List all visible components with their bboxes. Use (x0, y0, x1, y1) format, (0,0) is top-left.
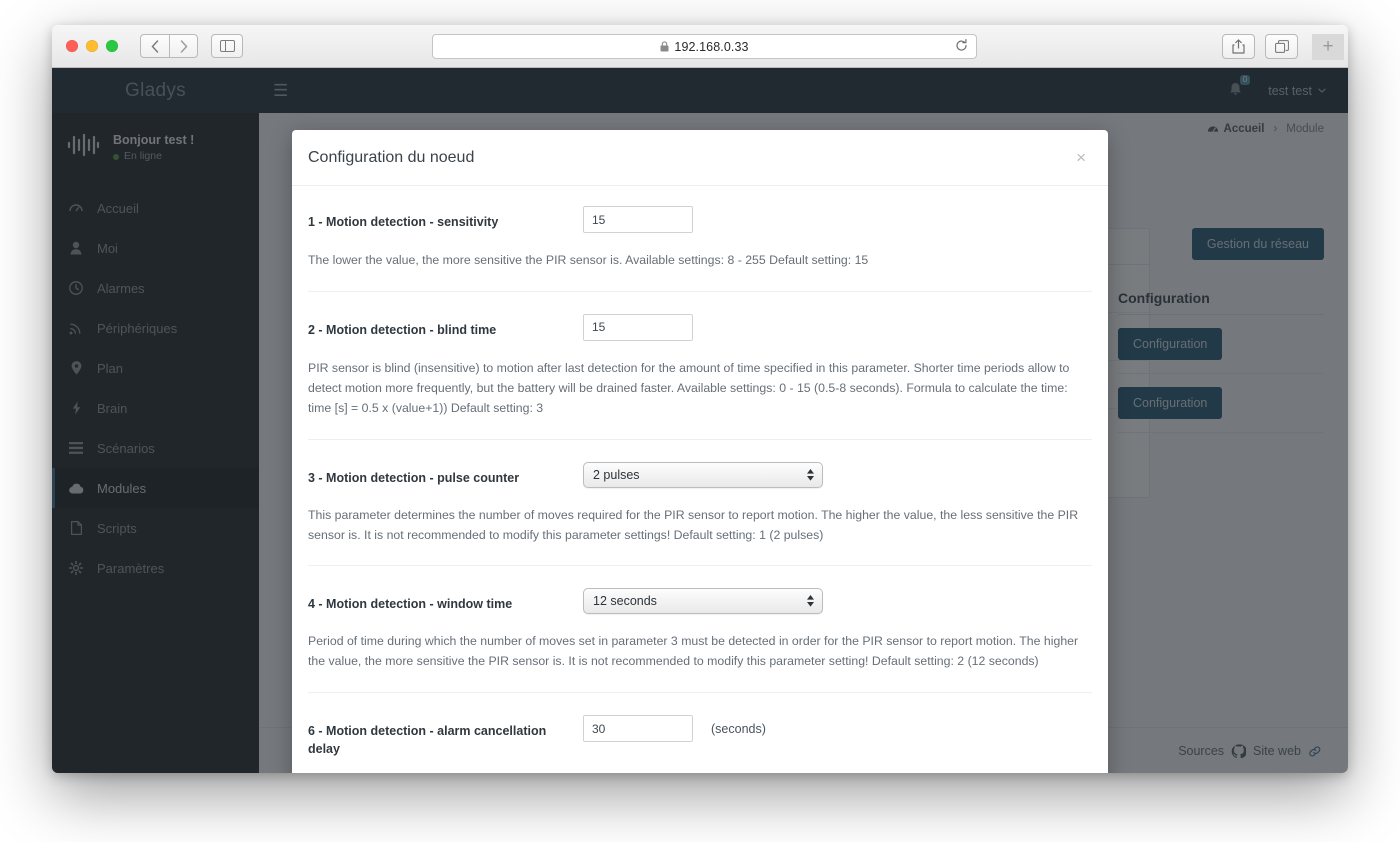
address-bar[interactable]: 192.168.0.33 (432, 34, 977, 59)
page-viewport: Gladys (52, 68, 1348, 773)
param-label: 2 - Motion detection - blind time (308, 322, 497, 337)
maximize-window-button[interactable] (106, 40, 118, 52)
param-row: 1 - Motion detection - sensitivity The l… (308, 186, 1092, 292)
close-window-button[interactable] (66, 40, 78, 52)
param-description: Period of time during which the number o… (308, 634, 1079, 669)
minimize-window-button[interactable] (86, 40, 98, 52)
param-label: 6 - Motion detection - alarm cancellatio… (308, 724, 547, 757)
param-value-select[interactable]: 12 seconds (583, 588, 823, 615)
navigation-buttons (140, 34, 198, 58)
param-label: 4 - Motion detection - window time (308, 597, 513, 612)
browser-window: 192.168.0.33 + Configuration du noeud × … (52, 25, 1348, 773)
modal-header: Configuration du noeud × (292, 130, 1108, 186)
chevron-left-icon (151, 39, 159, 53)
show-tabs-button[interactable] (1265, 34, 1298, 59)
stepper-arrows-icon (807, 595, 814, 608)
modal-title: Configuration du noeud (308, 148, 475, 166)
show-tabs-icon (1274, 40, 1289, 53)
param-value-select[interactable]: 2 pulses (583, 461, 823, 488)
back-button[interactable] (140, 34, 169, 58)
param-row: 2 - Motion detection - blind time PIR se… (308, 292, 1092, 440)
url-text: 192.168.0.33 (674, 39, 749, 54)
browser-toolbar: 192.168.0.33 + (52, 25, 1348, 68)
chevron-right-icon (180, 39, 188, 53)
stepper-arrows-icon (807, 468, 814, 481)
param-unit-label: (seconds) (711, 721, 766, 736)
param-value-input[interactable] (583, 715, 693, 743)
sidebar-toggle-button[interactable] (211, 34, 243, 58)
select-value: 12 seconds (593, 594, 657, 609)
modal-body[interactable]: 1 - Motion detection - sensitivity The l… (292, 186, 1108, 773)
select-value: 2 pulses (593, 467, 640, 482)
share-button[interactable] (1222, 34, 1255, 59)
toolbar-actions (1222, 34, 1298, 59)
param-description: This parameter determines the number of … (308, 507, 1079, 542)
param-row: 3 - Motion detection - pulse counter 2 p… (308, 440, 1092, 567)
param-value-input[interactable] (583, 206, 693, 233)
sidebar-toggle-icon (219, 40, 235, 52)
param-value-input[interactable] (583, 313, 693, 341)
close-icon[interactable]: × (1076, 149, 1086, 166)
param-description: The lower the value, the more sensitive … (308, 253, 869, 267)
reload-icon (956, 38, 967, 51)
node-configuration-modal: Configuration du noeud × 1 - Motion dete… (292, 130, 1108, 773)
param-row: 4 - Motion detection - window time 12 se… (308, 566, 1092, 694)
share-icon (1232, 39, 1245, 54)
lock-icon (660, 41, 669, 52)
param-row: 6 - Motion detection - alarm cancellatio… (308, 693, 1092, 773)
forward-button[interactable] (169, 34, 198, 58)
param-description: PIR sensor is blind (insensitive) to mot… (308, 360, 1070, 415)
new-tab-button[interactable]: + (1312, 34, 1344, 60)
reload-button[interactable] (955, 38, 968, 55)
param-label: 3 - Motion detection - pulse counter (308, 470, 520, 485)
window-controls (66, 40, 118, 52)
desktop-backdrop: 192.168.0.33 + Configuration du noeud × … (0, 0, 1400, 842)
param-label: 1 - Motion detection - sensitivity (308, 215, 499, 229)
